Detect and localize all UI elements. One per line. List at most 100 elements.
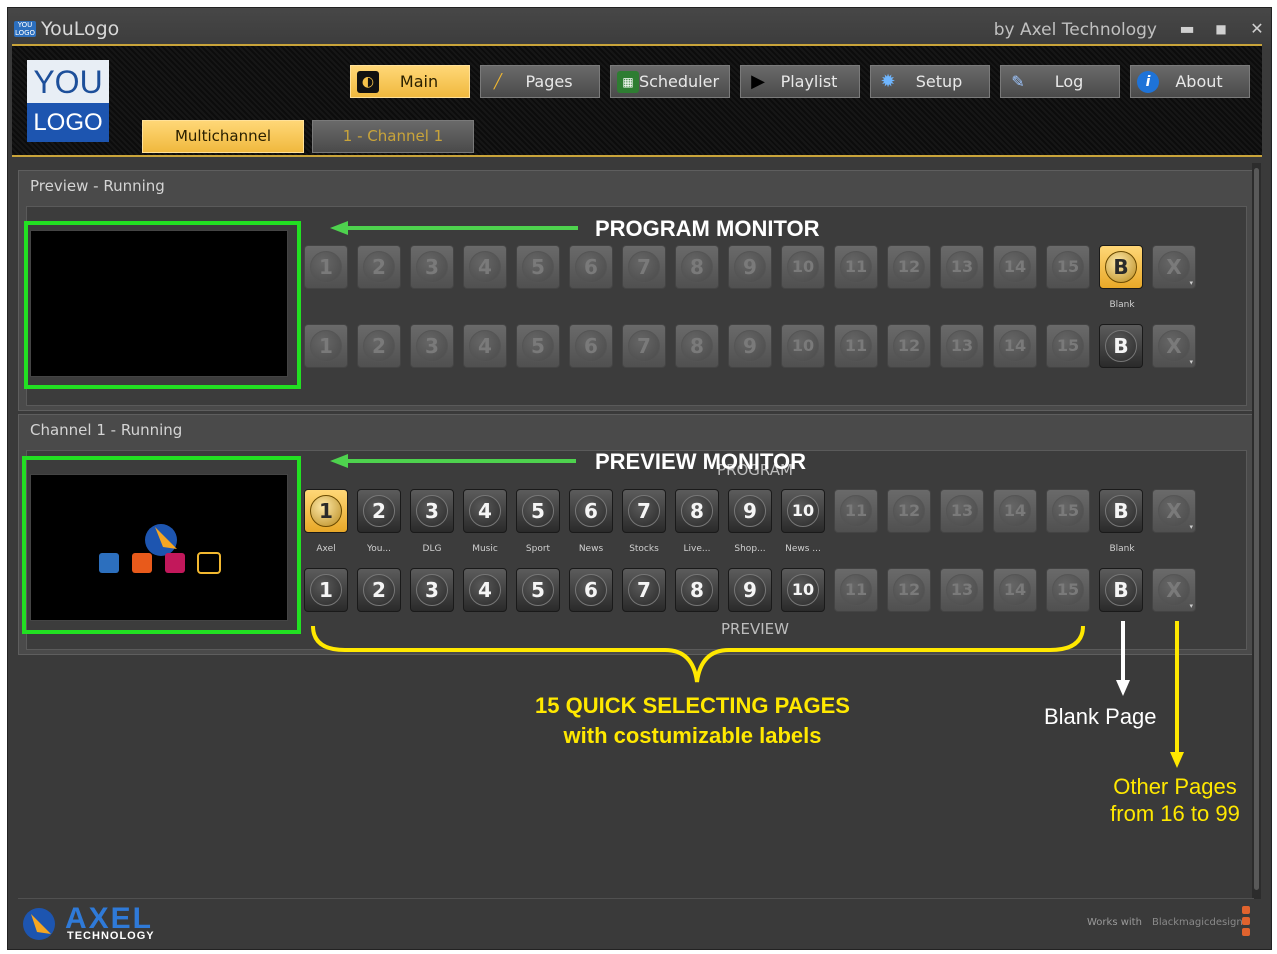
close-button[interactable]: ✕	[1246, 19, 1268, 39]
page-button-3[interactable]: 3	[410, 245, 454, 289]
page-button-9[interactable]: 9	[728, 324, 772, 368]
nav-pages-button[interactable]: ╱ Pages	[480, 65, 600, 98]
page-button-10[interactable]: 10	[781, 489, 825, 533]
page-button-11[interactable]: 11	[834, 568, 878, 612]
page-button-15[interactable]: 15	[1046, 489, 1090, 533]
page-button-13[interactable]: 13	[940, 324, 984, 368]
other-pages-button[interactable]: X ▾	[1152, 489, 1196, 533]
page-number: 5	[522, 251, 554, 283]
tab-channel-1[interactable]: 1 - Channel 1	[312, 120, 474, 153]
page-button-8[interactable]: 8	[675, 489, 719, 533]
page-button-13[interactable]: 13	[940, 489, 984, 533]
page-button-5[interactable]: 5	[516, 324, 560, 368]
page-number: 1	[310, 574, 342, 606]
page-button-2[interactable]: 2	[357, 568, 401, 612]
page-button-14[interactable]: 14	[993, 245, 1037, 289]
blank-label: Blank	[1109, 544, 1135, 554]
page-button-8[interactable]: 8	[675, 324, 719, 368]
page-button-9[interactable]: 9	[728, 245, 772, 289]
page-button-14[interactable]: 14	[993, 568, 1037, 612]
page-button-5[interactable]: 5	[516, 489, 560, 533]
page-label: Music	[472, 544, 498, 554]
nav-scheduler-button[interactable]: ▦ Scheduler	[610, 65, 730, 98]
page-button-7[interactable]: 7	[622, 568, 666, 612]
page-button-15[interactable]: 15	[1046, 245, 1090, 289]
page-button-6[interactable]: 6	[569, 245, 613, 289]
page-number: 12	[893, 495, 925, 527]
nav-log-button[interactable]: ✎ Log	[1000, 65, 1120, 98]
page-button-2[interactable]: 2	[357, 489, 401, 533]
page-button-12[interactable]: 12	[887, 568, 931, 612]
page-number: 1	[310, 330, 342, 362]
page-button-14[interactable]: 14	[993, 324, 1037, 368]
nav-about-button[interactable]: i About	[1130, 65, 1250, 98]
page-button-3[interactable]: 3	[410, 568, 454, 612]
page-button-4[interactable]: 4	[463, 245, 507, 289]
calendar-icon: ▦	[617, 71, 639, 93]
page-button-1[interactable]: 1	[304, 568, 348, 612]
page-button-13[interactable]: 13	[940, 245, 984, 289]
page-button-9[interactable]: 9	[728, 489, 772, 533]
page-button-1[interactable]: 1	[304, 324, 348, 368]
page-button-10[interactable]: 10	[781, 568, 825, 612]
nav-setup-button[interactable]: ✹ Setup	[870, 65, 990, 98]
page-button-5[interactable]: 5	[516, 245, 560, 289]
page-button-13[interactable]: 13	[940, 568, 984, 612]
blank-page-button[interactable]: B	[1099, 324, 1143, 368]
technology-brand: TECHNOLOGY	[67, 930, 155, 942]
page-button-12[interactable]: 12	[887, 324, 931, 368]
page-button-1[interactable]: 1	[304, 245, 348, 289]
page-button-8[interactable]: 8	[675, 245, 719, 289]
page-button-6[interactable]: 6	[569, 568, 613, 612]
blank-page-button[interactable]: B	[1099, 568, 1143, 612]
other-pages-button[interactable]: X ▾	[1152, 324, 1196, 368]
page-button-2[interactable]: 2	[357, 245, 401, 289]
page-button-4[interactable]: 4	[463, 568, 507, 612]
page-number: 8	[681, 495, 713, 527]
nav-main-button[interactable]: ◐ Main	[350, 65, 470, 98]
page-button-7[interactable]: 7	[622, 489, 666, 533]
quick-pages-subannotation: with costumizable labels	[563, 723, 822, 748]
maximize-button[interactable]: ■	[1210, 19, 1232, 39]
page-button-3[interactable]: 3	[410, 489, 454, 533]
page-button-12[interactable]: 12	[887, 489, 931, 533]
page-button-9[interactable]: 9	[728, 568, 772, 612]
panel-title: Preview - Running	[30, 177, 165, 195]
program-monitor-annotation: PROGRAM MONITOR	[595, 216, 820, 241]
page-button-6[interactable]: 6	[569, 489, 613, 533]
other-pages-button[interactable]: X ▾	[1152, 245, 1196, 289]
page-button-11[interactable]: 11	[834, 324, 878, 368]
page-number: 4	[469, 330, 501, 362]
page-number: 11	[840, 330, 872, 362]
page-button-11[interactable]: 11	[834, 245, 878, 289]
page-button-7[interactable]: 7	[622, 245, 666, 289]
nav-label: Main	[399, 72, 439, 91]
page-button-4[interactable]: 4	[463, 489, 507, 533]
page-button-4[interactable]: 4	[463, 324, 507, 368]
page-button-8[interactable]: 8	[675, 568, 719, 612]
blank-page-button[interactable]: B	[1099, 489, 1143, 533]
page-button-10[interactable]: 10	[781, 324, 825, 368]
page-button-14[interactable]: 14	[993, 489, 1037, 533]
page-button-15[interactable]: 15	[1046, 568, 1090, 612]
other-pages-button[interactable]: X ▾	[1152, 568, 1196, 612]
minimize-button[interactable]: ▬	[1176, 19, 1198, 39]
page-button-15[interactable]: 15	[1046, 324, 1090, 368]
page-number: 6	[575, 495, 607, 527]
page-button-7[interactable]: 7	[622, 324, 666, 368]
page-button-10[interactable]: 10	[781, 245, 825, 289]
page-button-11[interactable]: 11	[834, 489, 878, 533]
tab-multichannel[interactable]: Multichannel	[142, 120, 304, 153]
page-number: 14	[999, 495, 1031, 527]
page-button-1[interactable]: 1	[304, 489, 348, 533]
page-number: 12	[893, 330, 925, 362]
page-number: 1	[310, 495, 342, 527]
page-button-5[interactable]: 5	[516, 568, 560, 612]
page-number: 9	[734, 330, 766, 362]
blank-page-button[interactable]: B	[1099, 245, 1143, 289]
page-button-12[interactable]: 12	[887, 245, 931, 289]
page-button-2[interactable]: 2	[357, 324, 401, 368]
page-button-3[interactable]: 3	[410, 324, 454, 368]
page-button-6[interactable]: 6	[569, 324, 613, 368]
nav-playlist-button[interactable]: ▶ Playlist	[740, 65, 860, 98]
